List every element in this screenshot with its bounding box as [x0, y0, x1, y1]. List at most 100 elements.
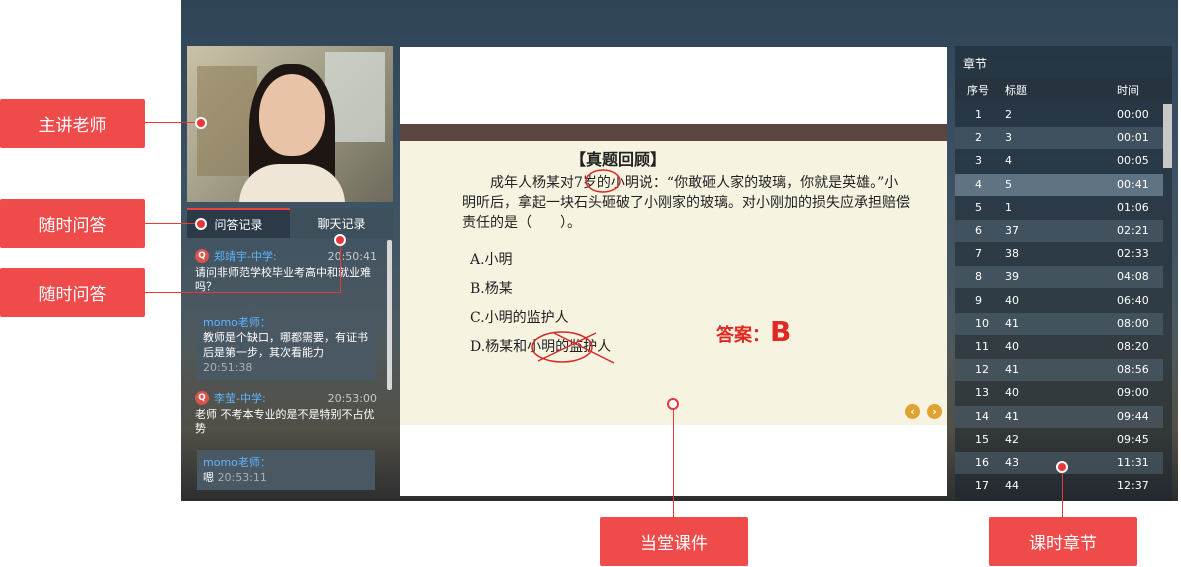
question-header: Q 郑靖宇-中学: 20:50:41	[195, 248, 377, 264]
qa-list[interactable]: Q 郑靖宇-中学: 20:50:41 请问非师范学校毕业考高中和就业难吗？ mo…	[187, 238, 393, 501]
callout-line	[340, 244, 341, 292]
chapters-scrollbar[interactable]	[1163, 104, 1172, 168]
callout-dot	[1056, 461, 1068, 473]
chapter-time: 09:44	[1117, 409, 1149, 423]
callout-line	[673, 410, 674, 517]
chapter-index: 13	[975, 386, 989, 400]
chapter-row[interactable]: 14 41 09:44	[955, 405, 1163, 428]
chapter-row[interactable]: 3 4 00:05	[955, 150, 1163, 172]
reply-name: momo老师：	[203, 456, 271, 469]
asker-name: 郑靖宇-中学:	[214, 250, 277, 263]
chapter-index: 7	[975, 247, 982, 261]
callout-line	[1062, 473, 1063, 517]
qa-item: Q 郑靖宇-中学: 20:50:41 请问非师范学校毕业考高中和就业难吗？	[195, 248, 377, 294]
question-icon: Q	[195, 249, 209, 263]
reply-text: 嗯 20:53:11	[203, 471, 267, 484]
chapter-row[interactable]: 12 41 08:56	[955, 359, 1163, 382]
reply-time: 20:51:38	[203, 361, 253, 374]
chapter-title: 1	[1005, 200, 1012, 214]
chapter-title: 37	[1005, 224, 1019, 237]
callout-line	[145, 223, 201, 224]
chapter-time: 08:56	[1117, 363, 1149, 377]
chapter-time: 08:00	[1117, 316, 1149, 330]
callout-chapters: 课时章节	[989, 517, 1137, 566]
chapter-title: 41	[1005, 316, 1019, 330]
chapter-title: 41	[1005, 363, 1019, 377]
callout-dot	[334, 234, 346, 246]
chapter-index: 11	[975, 340, 989, 353]
stage: 问答记录 聊天记录 Q 郑靖宇-中学: 20:50:41 请问非师范学校毕业考高…	[0, 0, 1181, 567]
chapter-row[interactable]: 5 1 01:06	[955, 197, 1163, 219]
callout-dot	[195, 218, 207, 230]
chapter-title: 40	[1005, 293, 1019, 307]
chapter-index: 14	[975, 409, 989, 423]
chapter-index: 1	[975, 108, 982, 121]
chapters-title: 章节	[963, 57, 988, 71]
chapter-time: 00:05	[1117, 154, 1149, 168]
chapter-time: 00:41	[1117, 177, 1149, 191]
chapter-time: 06:40	[1117, 293, 1149, 307]
chapter-row[interactable]: 1 2 00:00	[955, 104, 1163, 126]
chapter-row[interactable]: 10 41 08:00	[955, 312, 1163, 335]
next-slide-button[interactable]: ›	[927, 404, 942, 419]
chapter-time: 12:37	[1117, 479, 1149, 493]
callout-qa-1: 随时问答	[0, 199, 145, 248]
chapter-row[interactable]: 15 42 09:45	[955, 429, 1163, 451]
callout-dot	[667, 398, 679, 410]
option-c: C.小明的监护人	[470, 310, 569, 326]
question-time: 20:53:00	[327, 391, 377, 405]
chapter-row[interactable]: 17 44 12:37	[955, 475, 1163, 497]
option-a: A.小明	[470, 252, 513, 268]
teacher-face	[259, 74, 325, 156]
chapter-time: 01:06	[1117, 200, 1149, 214]
chapter-title: 42	[1005, 432, 1019, 446]
callout-teacher: 主讲老师	[0, 99, 145, 148]
qa-item: Q 李莹-中学: 20:53:00 老师 不考本专业的是不是特别不占优势	[195, 390, 377, 436]
qa-scrollbar[interactable]	[387, 240, 392, 390]
answer-value: B	[770, 315, 792, 348]
chapter-index: 16	[975, 456, 989, 469]
chapters-header: 序号 标题 时间	[955, 78, 1172, 100]
chapter-title: 2	[1005, 108, 1012, 121]
col-title: 标题	[1005, 84, 1027, 97]
chapter-row[interactable]: 6 37 02:21	[955, 220, 1163, 242]
chapter-time: 04:08	[1117, 270, 1149, 284]
tab-qa-label: 问答记录	[214, 217, 263, 232]
question-icon: Q	[195, 391, 209, 405]
circle-annotation-icon	[585, 169, 621, 193]
chapter-row[interactable]: 9 40 06:40	[955, 290, 1163, 312]
chapter-title: 39	[1005, 270, 1019, 284]
chapter-title: 43	[1005, 456, 1019, 469]
chapter-time: 02:33	[1117, 247, 1149, 261]
chapter-time: 09:00	[1117, 386, 1149, 400]
col-index: 序号	[967, 84, 989, 97]
chapter-row[interactable]: 2 3 00:01	[955, 127, 1163, 150]
reply-box: momo老师： 教师是个缺口，哪都需要，有证书后是第一步，其次看能力 20:51…	[197, 310, 375, 380]
teacher-video[interactable]	[187, 46, 393, 202]
chapter-time: 09:45	[1117, 432, 1149, 446]
chapters-panel: 章节 序号 标题 时间 1 2 00:00 2 3 00:01 3 4 00:05 4 5 00:41…	[955, 46, 1172, 501]
chapter-title: 3	[1005, 131, 1012, 145]
chapter-index: 8	[975, 270, 982, 284]
prev-slide-button[interactable]: ‹	[905, 404, 920, 419]
chapter-title: 5	[1005, 177, 1012, 191]
chapter-row[interactable]: 11 40 08:20	[955, 336, 1163, 358]
reply-text: 教师是个缺口，哪都需要，有证书后是第一步，其次看能力 20:51:38	[203, 331, 368, 374]
callout-line	[145, 292, 341, 293]
question-time: 20:50:41	[327, 249, 377, 263]
slide-header-bar	[400, 124, 947, 141]
slide-question: 成年人杨某对7岁的小明说：“你敢砸人家的玻璃，你就是英雄。”小明听后，拿起一块石…	[462, 175, 910, 231]
chapter-title: 40	[1005, 340, 1019, 353]
chapter-time: 00:01	[1117, 131, 1149, 145]
callout-courseware: 当堂课件	[600, 517, 748, 566]
chapter-time: 11:31	[1117, 456, 1149, 469]
chapter-row[interactable]: 4 5 00:41	[955, 173, 1163, 196]
chapter-row[interactable]: 7 38 02:33	[955, 243, 1163, 265]
answer-text: 答案：B	[716, 315, 791, 348]
chapter-row[interactable]: 13 40 09:00	[955, 382, 1163, 404]
callout-line	[145, 122, 201, 123]
chapter-row[interactable]: 8 39 04:08	[955, 266, 1163, 289]
chapter-index: 17	[975, 479, 989, 493]
chapter-time: 02:21	[1117, 224, 1149, 237]
cross-out-annotation-icon	[531, 331, 615, 364]
